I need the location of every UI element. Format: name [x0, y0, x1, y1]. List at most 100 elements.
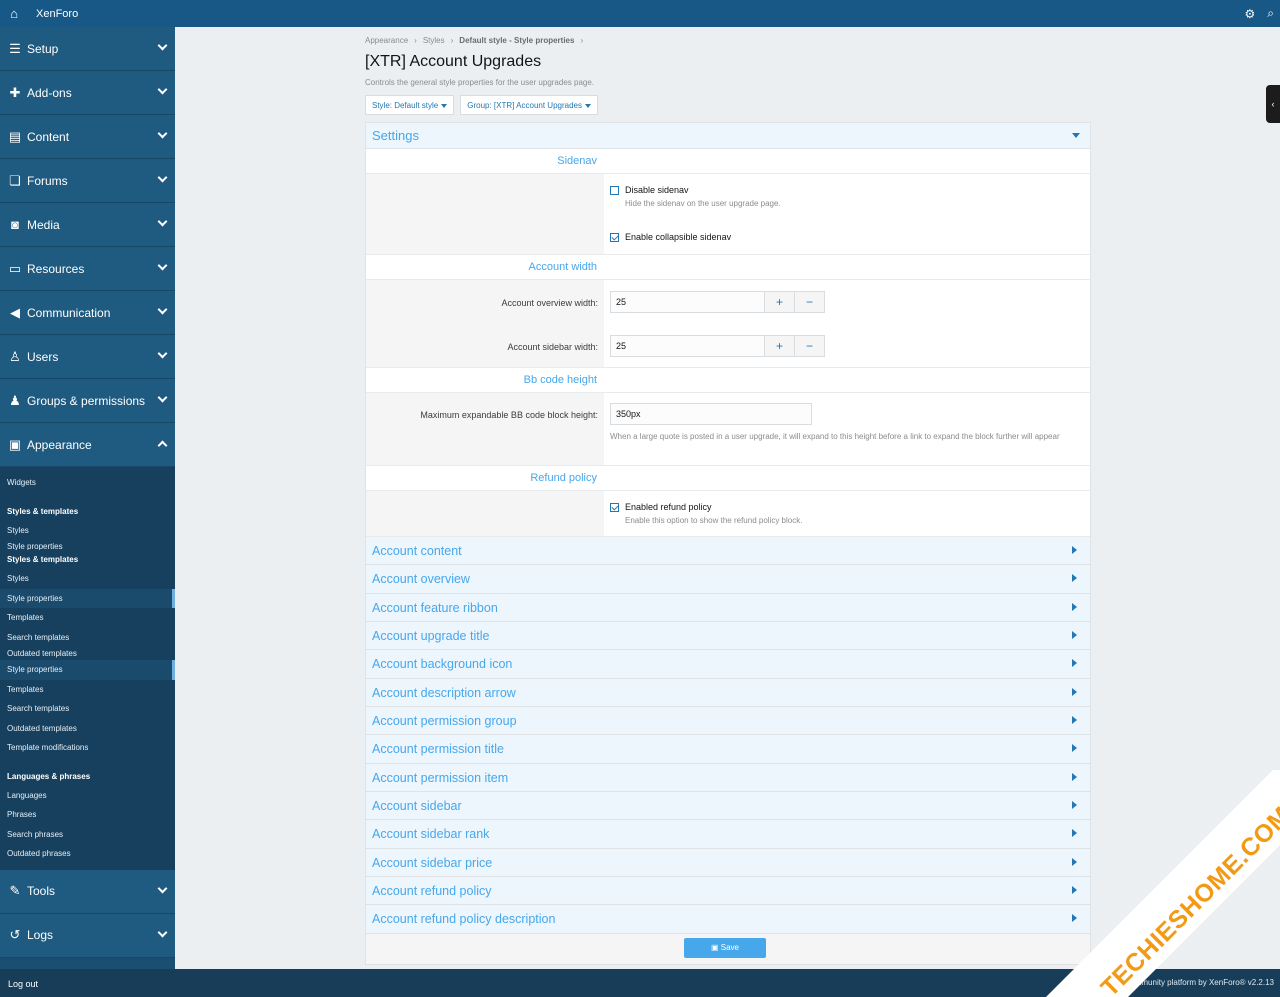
settings-header[interactable]: Settings — [366, 123, 1090, 149]
collapsed-group-label: Account feature ribbon — [372, 600, 498, 615]
nav-style-properties[interactable]: Style properties — [0, 588, 175, 608]
collapsed-group-label: Account permission group — [372, 714, 517, 729]
breadcrumb-style-properties[interactable]: Default style - Style properties — [459, 36, 574, 45]
increment-button[interactable]: + — [765, 335, 795, 357]
collapsed-group[interactable]: Account content — [366, 537, 1090, 566]
sidebar-section-addons[interactable]: ✚ Add-ons — [0, 71, 175, 115]
nav-languages[interactable]: Languages — [0, 786, 175, 806]
nav-templates[interactable]: Templates — [0, 608, 175, 628]
nav-heading-styles-2: Styles & templates — [7, 555, 79, 564]
footer-credit[interactable]: Community platform by XenForo® v2.2.13 — [1124, 978, 1274, 987]
user-icon: ♙ — [9, 348, 21, 364]
nav-outdated-templates[interactable]: Outdated templates — [0, 719, 175, 739]
logout-link[interactable]: Log out — [8, 979, 38, 989]
sidebar-section-tools[interactable]: ✎ Tools — [0, 869, 175, 914]
collapsed-group[interactable]: Account sidebar rank — [366, 820, 1090, 849]
nav-search-phrases[interactable]: Search phrases — [0, 825, 175, 845]
appearance-subnav: Widgets Styles & templates Styles Style … — [0, 467, 175, 870]
bbcode-height-label: Maximum expandable BB code block height: — [420, 410, 598, 420]
nav-phrases[interactable]: Phrases — [0, 805, 175, 825]
chevron-left-icon: ‹ — [1271, 99, 1275, 109]
nav-styles[interactable]: Styles — [0, 521, 175, 541]
breadcrumb-appearance[interactable]: Appearance — [365, 36, 408, 45]
collapsed-group[interactable]: Account description arrow — [366, 678, 1090, 708]
collapsed-group[interactable]: Account upgrade title — [366, 622, 1090, 651]
sidebar-section-label: Media — [27, 217, 60, 232]
collapsed-group[interactable]: Account permission item — [366, 763, 1090, 793]
disable-sidenav-checkbox[interactable]: Disable sidenav — [610, 185, 689, 195]
nav-heading-languages: Languages & phrases — [7, 771, 91, 781]
chevron-down-icon — [157, 216, 168, 227]
account-overview-width-input[interactable]: 25 — [610, 291, 765, 313]
breadcrumb-styles[interactable]: Styles — [423, 36, 445, 45]
nav-style-properties-2[interactable]: Style properties — [0, 660, 175, 680]
caret-down-icon — [441, 103, 448, 108]
collapsed-group[interactable]: Account overview — [366, 565, 1090, 594]
home-icon[interactable]: ⌂ — [0, 6, 28, 21]
collapsed-group[interactable]: Account permission group — [366, 707, 1090, 736]
sidebar-section-forums[interactable]: ❏ Forums — [0, 159, 175, 203]
collapsed-group[interactable]: Account feature ribbon — [366, 593, 1090, 623]
nav-search-templates-2[interactable]: Search templates — [0, 699, 175, 719]
group-account-width: Account width — [366, 255, 1090, 280]
nav-styles-2[interactable]: Styles — [0, 569, 175, 589]
nav-style-properties-clipped[interactable]: Style properties — [0, 540, 175, 550]
checkbox-checked[interactable] — [610, 502, 619, 512]
increment-button[interactable]: + — [765, 291, 795, 313]
nav-search-templates[interactable]: Search templates — [0, 628, 175, 648]
nav-templates-2[interactable]: Templates — [0, 680, 175, 700]
sidebar-section-resources[interactable]: ▭ Resources — [0, 247, 175, 291]
chevron-up-icon — [157, 440, 168, 451]
style-filter-button[interactable]: Style: Default style — [365, 95, 455, 115]
collapsed-group[interactable]: Account refund policy description — [366, 905, 1090, 934]
sidebar-section-content[interactable]: ▤ Content — [0, 115, 175, 159]
account-sidebar-width-input[interactable]: 25 — [610, 335, 765, 357]
sidebar-section-label: Appearance — [27, 437, 92, 452]
footer-bar: Log out Community platform by XenForo® v… — [0, 969, 1280, 997]
nav-widgets[interactable]: Widgets — [0, 473, 175, 493]
style-filter-label: Style: Default style — [372, 101, 439, 110]
sidebar-section-media[interactable]: ◙ Media — [0, 203, 175, 247]
sidebar-section-logs[interactable]: ↺ Logs — [0, 913, 175, 958]
bbcode-height-input[interactable]: 350px — [610, 403, 812, 425]
sidebar-section-appearance[interactable]: ▣ Appearance — [0, 423, 175, 467]
addons-icon[interactable]: ⚙ — [1245, 7, 1256, 21]
collapsed-group-label: Account overview — [372, 572, 470, 587]
disable-sidenav-hint: Hide the sidenav on the user upgrade pag… — [625, 199, 781, 208]
collapsed-group[interactable]: Account background icon — [366, 650, 1090, 679]
sidebar-section-users[interactable]: ♙ Users — [0, 335, 175, 379]
caret-right-icon — [1072, 574, 1077, 583]
collapsed-group[interactable]: Account sidebar price — [366, 848, 1090, 878]
search-icon[interactable]: ⌕ — [1267, 6, 1274, 21]
collapsed-group-label: Account upgrade title — [372, 629, 490, 644]
nav-outdated-phrases[interactable]: Outdated phrases — [0, 844, 175, 864]
nav-template-modifications[interactable]: Template modifications — [0, 738, 175, 758]
collapsible-sidenav-checkbox[interactable]: Enable collapsible sidenav — [610, 232, 731, 242]
save-button[interactable]: ▣ Save — [684, 937, 766, 958]
sidebar: ☰ Setup ✚ Add-ons ▤ Content ❏ Forums ◙ Media … — [0, 27, 175, 969]
image-icon: ▣ — [8, 436, 22, 452]
wrench-icon: ✎ — [9, 883, 21, 898]
sidebar-section-setup[interactable]: ☰ Setup — [0, 27, 175, 71]
chevron-down-icon — [157, 172, 168, 183]
brand-name[interactable]: XenForo — [36, 8, 78, 20]
checkbox-unchecked[interactable] — [610, 185, 619, 195]
save-label: Save — [720, 942, 739, 952]
collapsed-group[interactable]: Account sidebar — [366, 792, 1090, 821]
collapsed-group[interactable]: Account permission title — [366, 735, 1090, 764]
collapsed-group[interactable]: Account refund policy — [366, 877, 1090, 906]
collapsed-group-label: Account description arrow — [372, 685, 516, 700]
chevron-down-icon — [157, 883, 168, 893]
checkbox-checked[interactable] — [610, 232, 619, 242]
decrement-button[interactable]: − — [795, 335, 825, 357]
caret-right-icon — [1072, 631, 1077, 640]
sidebar-section-communication[interactable]: ◀ Communication — [0, 291, 175, 335]
group-filter-button[interactable]: Group: [XTR] Account Upgrades — [460, 95, 598, 115]
nav-outdated-templates-clipped[interactable]: Outdated templates — [0, 647, 175, 660]
sidebar-section-groups[interactable]: ♟ Groups & permissions — [0, 379, 175, 423]
row-value: Disable sidenav Hide the sidenav on the … — [604, 174, 1090, 254]
side-panel-toggle[interactable]: ‹ — [1266, 85, 1280, 123]
refund-policy-checkbox[interactable]: Enabled refund policy — [610, 502, 712, 512]
sidebar-section-label: Logs — [27, 928, 54, 942]
decrement-button[interactable]: − — [795, 291, 825, 313]
